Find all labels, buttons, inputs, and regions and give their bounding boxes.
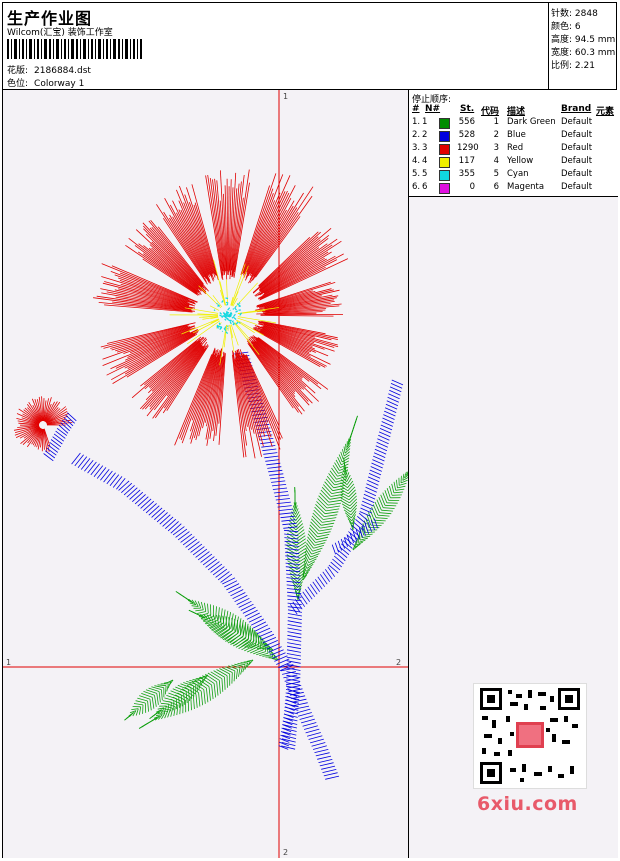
- stop-sequence-table: 停止顺序: # N# St. 代码 描述 Brand 元素 1. 1 556 1 Dar…: [409, 90, 618, 197]
- row-stitch-count: 556: [457, 117, 475, 127]
- row-number: 6: [422, 182, 427, 192]
- row-color-name: Magenta: [507, 182, 544, 192]
- qr-code-icon: [480, 688, 580, 784]
- row-code: 5: [489, 169, 499, 179]
- design-stats: 针数: 2848 颜色: 6 高度: 94.5 mm 宽度: 60.3 mm 比…: [548, 3, 619, 89]
- col-header-number: N#: [425, 104, 440, 114]
- col-header-code: 代码: [481, 104, 499, 117]
- col-header-element: 元素: [596, 104, 614, 117]
- embroidery-stitches: [14, 170, 408, 780]
- row-color-name: Dark Green: [507, 117, 556, 127]
- row-brand: Default: [561, 143, 592, 153]
- color-swatch: [439, 183, 450, 194]
- row-brand: Default: [561, 182, 592, 192]
- site-watermark: 6xiu.com: [477, 793, 578, 815]
- stitch-count: 针数: 2848: [551, 6, 598, 19]
- company-name: Wilcom(汇宝) 装饰工作室: [7, 25, 113, 38]
- stop-sequence-row: 1. 1 556 1 Dark Green Default: [409, 117, 618, 130]
- color-swatch: [439, 157, 450, 168]
- row-color-name: Yellow: [507, 156, 533, 166]
- color-swatch: [439, 144, 450, 155]
- axis-label-right: 2: [396, 658, 401, 667]
- row-index: 4.: [412, 156, 420, 166]
- qr-code: [473, 683, 587, 789]
- col-header-index: #: [412, 104, 420, 114]
- color-swatch: [439, 131, 450, 142]
- col-header-description: 描述: [507, 104, 525, 117]
- colorway-line: 色位: Colorway 1: [7, 76, 84, 89]
- row-color-name: Blue: [507, 130, 526, 140]
- design-label: 花版:: [7, 66, 28, 76]
- row-number: 1: [422, 117, 427, 127]
- axis-label-left: 1: [6, 658, 11, 667]
- row-number: 2: [422, 130, 427, 140]
- row-index: 1.: [412, 117, 420, 127]
- row-color-name: Red: [507, 143, 523, 153]
- row-index: 3.: [412, 143, 420, 153]
- design-height: 高度: 94.5 mm: [551, 32, 615, 45]
- color-count: 颜色: 6: [551, 19, 581, 32]
- design-filename: 2186884.dst: [34, 66, 91, 76]
- row-stitch-count: 355: [457, 169, 475, 179]
- row-index: 2.: [412, 130, 420, 140]
- design-canvas: 1 2 1 2: [3, 90, 409, 858]
- row-stitch-count: 528: [457, 130, 475, 140]
- row-index: 5.: [412, 169, 420, 179]
- stop-sequence-row: 3. 3 1290 3 Red Default: [409, 143, 618, 156]
- stop-sequence-row: 4. 4 117 4 Yellow Default: [409, 156, 618, 169]
- row-stitch-count: 117: [457, 156, 475, 166]
- row-stitch-count: 1290: [457, 143, 475, 153]
- header: 生产作业图 Wilcom(汇宝) 装饰工作室 花版: 2186884.dst 色…: [3, 3, 548, 89]
- stop-sequence-row: 2. 2 528 2 Blue Default: [409, 130, 618, 143]
- axis-label-top: 1: [283, 92, 288, 101]
- barcode-icon: [7, 39, 142, 59]
- design-line: 花版: 2186884.dst: [7, 63, 91, 76]
- colorway-label: 色位:: [7, 79, 28, 89]
- col-header-brand: Brand: [561, 104, 591, 114]
- stop-sequence-row: 5. 5 355 5 Cyan Default: [409, 169, 618, 182]
- color-swatch: [439, 170, 450, 181]
- design-width: 宽度: 60.3 mm: [551, 45, 615, 58]
- row-brand: Default: [561, 130, 592, 140]
- stop-sequence-row: 6. 6 0 6 Magenta Default: [409, 182, 618, 195]
- embroidery-preview: [3, 90, 408, 858]
- row-code: 6: [489, 182, 499, 192]
- row-number: 3: [422, 143, 427, 153]
- row-color-name: Cyan: [507, 169, 529, 179]
- row-index: 6.: [412, 182, 420, 192]
- row-number: 5: [422, 169, 427, 179]
- row-code: 4: [489, 156, 499, 166]
- row-stitch-count: 0: [457, 182, 475, 192]
- row-brand: Default: [561, 117, 592, 127]
- col-header-stitches: St.: [460, 104, 474, 114]
- row-number: 4: [422, 156, 427, 166]
- color-swatch: [439, 118, 450, 129]
- row-brand: Default: [561, 156, 592, 166]
- row-code: 3: [489, 143, 499, 153]
- design-ratio: 比例: 2.21: [551, 58, 595, 71]
- row-code: 2: [489, 130, 499, 140]
- row-code: 1: [489, 117, 499, 127]
- colorway-name: Colorway 1: [34, 79, 84, 89]
- axis-label-bottom: 2: [283, 848, 288, 857]
- production-worksheet: 生产作业图 Wilcom(汇宝) 装饰工作室 花版: 2186884.dst 色…: [2, 2, 617, 858]
- row-brand: Default: [561, 169, 592, 179]
